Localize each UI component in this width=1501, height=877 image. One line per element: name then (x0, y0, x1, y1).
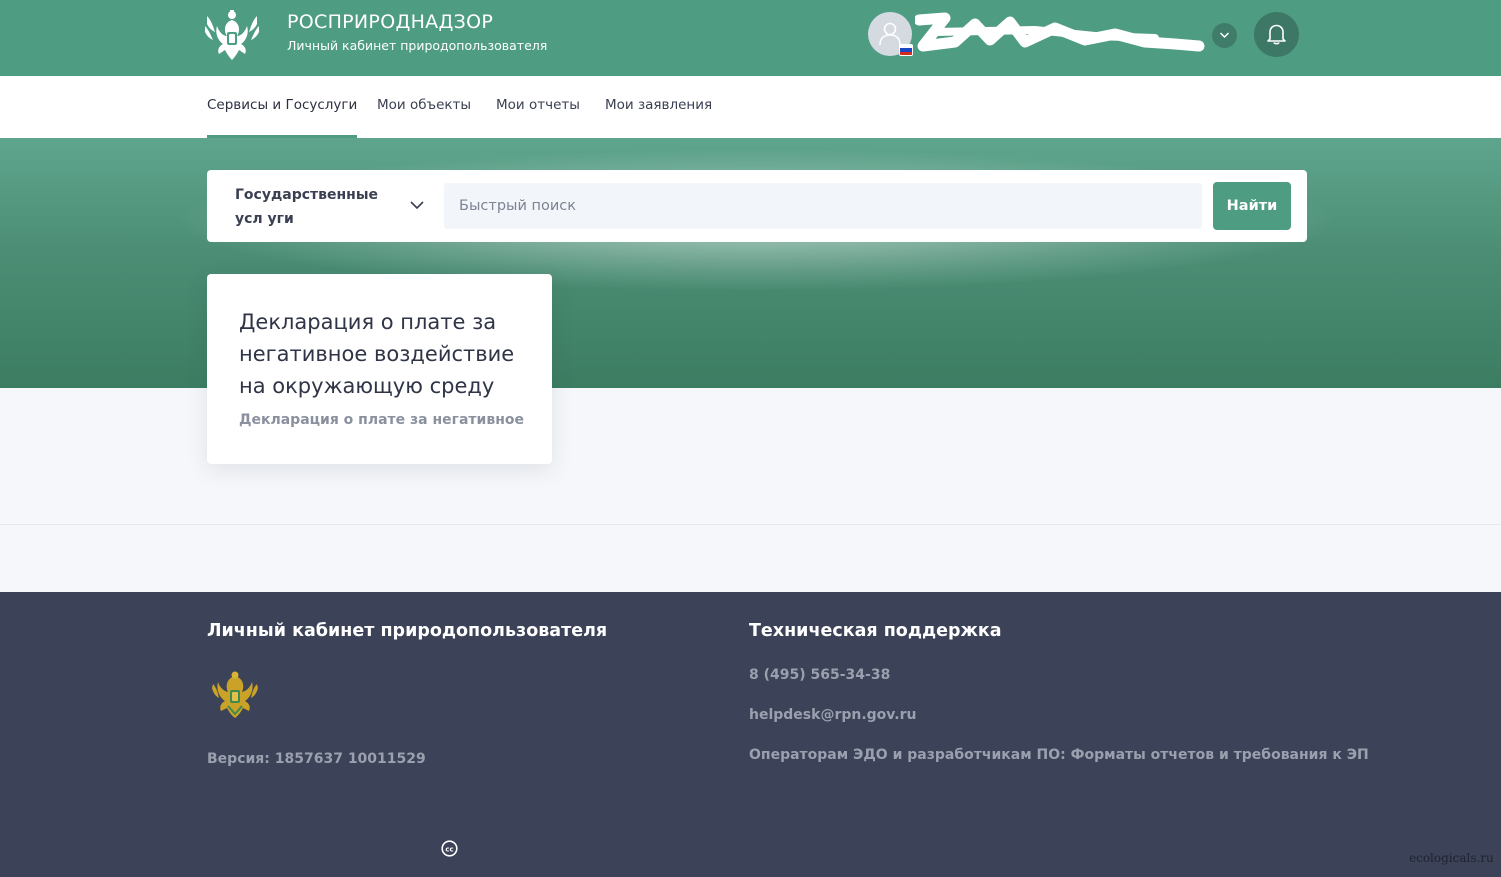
card-title: Декларация о плате за негативное воздейс… (239, 310, 515, 398)
nav-item-label: Мои заявления (605, 97, 713, 113)
chevron-down-icon (1219, 32, 1230, 39)
service-category-select[interactable]: Государственные усл уги (235, 183, 410, 231)
service-card-declaration[interactable]: Декларация о плате за негативное воздейс… (207, 274, 552, 464)
version-text: Версия: 1857637 10011529 (207, 751, 426, 767)
svg-text:cc: cc (445, 845, 453, 853)
search-button[interactable]: Найти (1213, 182, 1291, 230)
redacted-user-name (915, 12, 1205, 52)
nav-item-applications[interactable]: Мои заявления (605, 97, 712, 138)
user-avatar-icon (879, 22, 901, 46)
content-divider (0, 524, 1501, 525)
emblem-icon (212, 671, 258, 718)
main-navigation: Сервисы и Госуслуги Мои объекты Мои отче… (0, 76, 1501, 138)
nav-item-reports[interactable]: Мои отчеты (496, 97, 580, 138)
nav-item-label: Сервисы и Госуслуги (207, 97, 358, 113)
nav-item-label: Мои отчеты (496, 97, 580, 113)
user-menu-dropdown[interactable] (1212, 23, 1237, 48)
footer: Личный кабинет природопользователя Верси… (0, 592, 1501, 877)
search-input[interactable] (444, 183, 1202, 229)
category-select-value: Государственные усл уги (235, 187, 379, 227)
header: РОСПРИРОДНАДЗОР Личный кабинет природопо… (0, 0, 1501, 76)
brand-subtitle: Личный кабинет природопользователя (287, 38, 548, 53)
watermark: ecologicals.ru (1409, 851, 1494, 865)
nav-item-services[interactable]: Сервисы и Госуслуги (207, 97, 358, 138)
support-title: Техническая поддержка (749, 621, 1002, 641)
nav-item-label: Мои объекты (377, 97, 472, 113)
emblem-icon[interactable] (205, 6, 259, 62)
formats-link[interactable]: Операторам ЭДО и разработчикам ПО: Форма… (749, 747, 1369, 763)
notifications-button[interactable] (1254, 12, 1299, 57)
support-phone-link[interactable]: 8 (495) 565-34-38 (749, 667, 890, 683)
card-description: Декларация о плате за негативное (239, 412, 524, 428)
nav-item-objects[interactable]: Мои объекты (377, 97, 471, 138)
footer-app-title: Личный кабинет природопользователя (207, 621, 608, 641)
support-email-link[interactable]: helpdesk@rpn.gov.ru (749, 707, 916, 723)
chevron-down-icon[interactable] (409, 200, 425, 210)
cc-icon: cc (441, 840, 458, 857)
brand-title: РОСПРИРОДНАДЗОР (287, 11, 494, 33)
bell-icon (1267, 24, 1286, 45)
search-panel: Государственные усл уги Найти (207, 170, 1307, 242)
flag-icon (899, 44, 913, 56)
